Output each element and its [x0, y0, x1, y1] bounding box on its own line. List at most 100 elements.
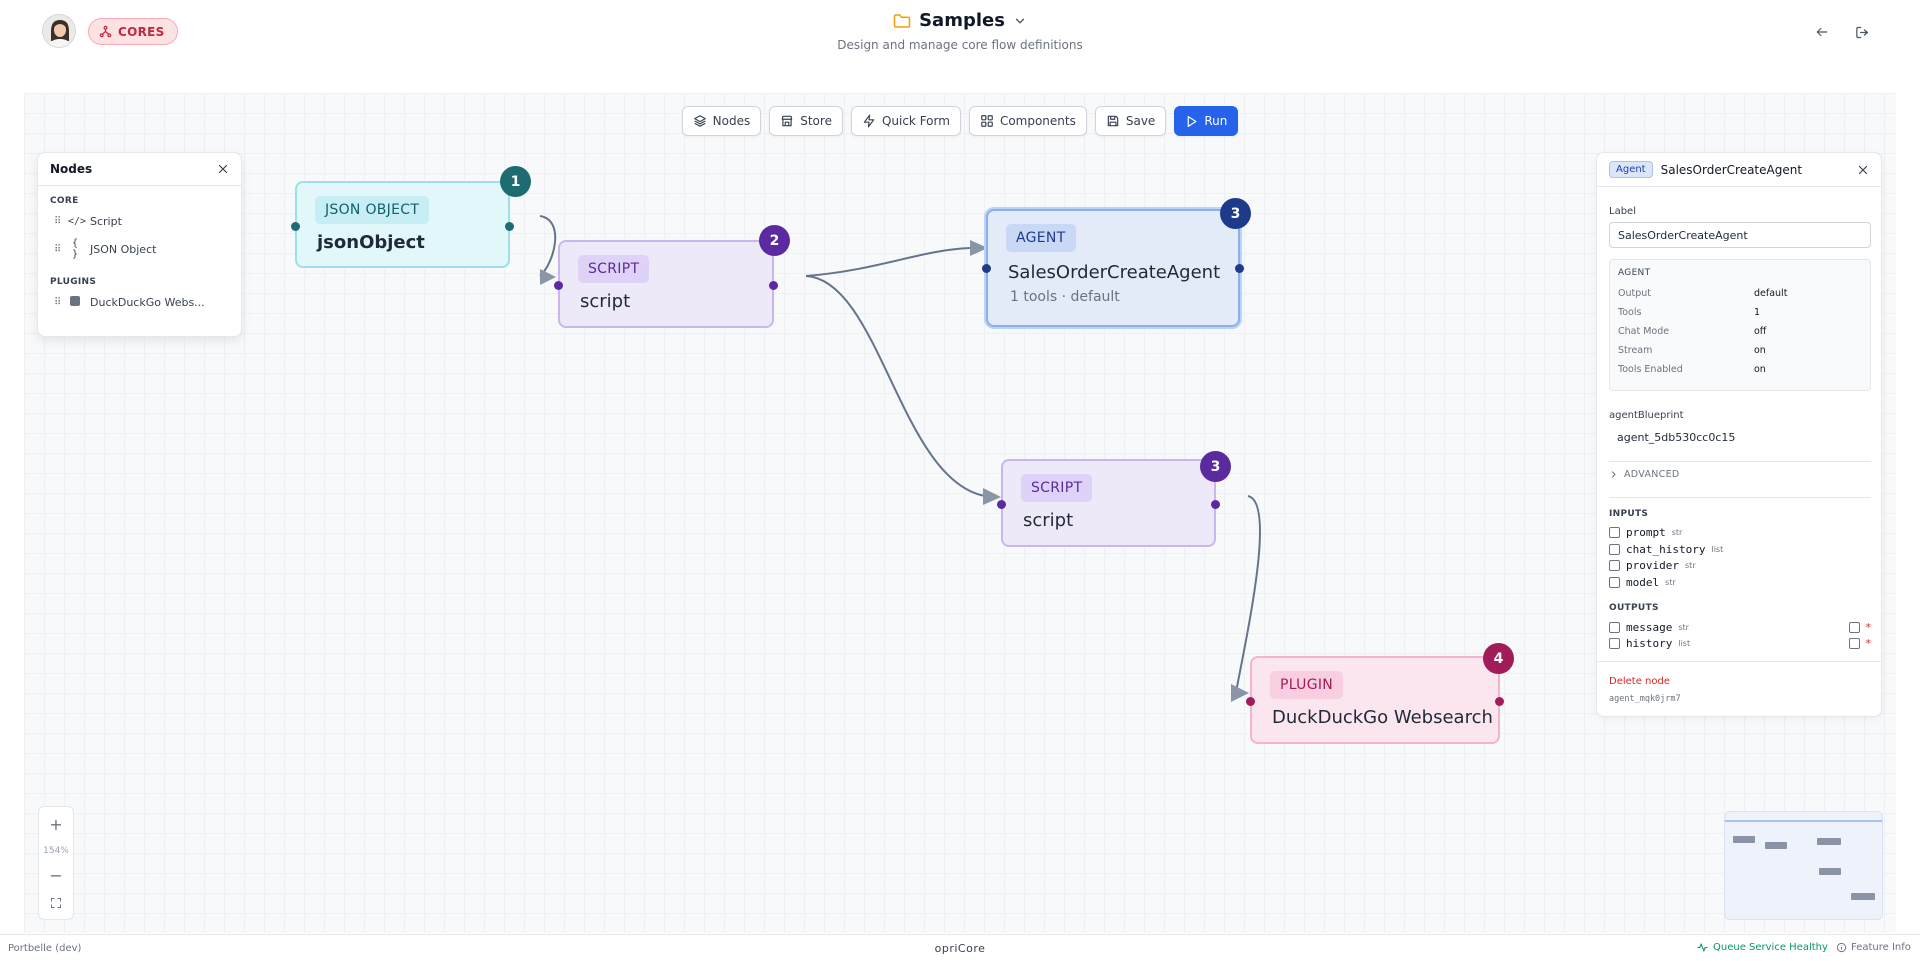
- quick-form-button-label: Quick Form: [881, 114, 950, 128]
- nodes-button[interactable]: Nodes: [681, 106, 762, 136]
- flow-node-script[interactable]: SCRIPT script 2: [554, 225, 790, 328]
- edge-script-to-script: [805, 275, 986, 497]
- output-checkbox[interactable]: [1609, 637, 1620, 649]
- quick-form-button[interactable]: Quick Form: [850, 106, 961, 136]
- minimap-node: [1733, 836, 1755, 843]
- output-port[interactable]: [1211, 500, 1220, 509]
- zoom-out-button[interactable]: −: [49, 868, 62, 884]
- output-name: history: [1626, 636, 1673, 650]
- close-icon[interactable]: [217, 163, 229, 175]
- kv-row: Stream on: [1618, 341, 1862, 360]
- input-port[interactable]: [997, 500, 1006, 509]
- output-checkbox[interactable]: [1609, 621, 1620, 633]
- drag-handle-icon[interactable]: ⠿: [54, 244, 61, 255]
- blueprint-value[interactable]: agent_5db530cc0c15: [1617, 431, 1735, 444]
- output-port[interactable]: [1495, 697, 1504, 706]
- nodes-palette-panel: Nodes CORE ⠿ </> Script ⠿ { } JSON Objec…: [37, 152, 242, 337]
- flow-node-plugin[interactable]: PLUGIN DuckDuckGo Websearch 4: [1246, 643, 1514, 744]
- advanced-toggle[interactable]: ADVANCED: [1609, 469, 1680, 480]
- store-button[interactable]: Store: [769, 106, 843, 136]
- input-checkbox[interactable]: [1609, 526, 1620, 538]
- node-type-tag: SCRIPT: [578, 255, 650, 283]
- input-checkbox[interactable]: [1609, 576, 1620, 588]
- drag-handle-icon[interactable]: ⠿: [54, 297, 61, 308]
- input-port[interactable]: [291, 222, 300, 231]
- kv-value: default: [1754, 288, 1788, 299]
- drag-handle-icon[interactable]: ⠿: [54, 216, 61, 227]
- input-port[interactable]: [1246, 697, 1255, 706]
- kv-value: 1: [1754, 307, 1761, 318]
- canvas-toolbar: Nodes Store Quick Form Components Save R…: [0, 106, 1920, 136]
- flow-node-agent[interactable]: AGENT SalesOrderCreateAgent 1 tools · de…: [982, 198, 1251, 327]
- input-name: prompt: [1626, 525, 1666, 539]
- run-button-label: Run: [1204, 114, 1228, 128]
- kv-key: Output: [1618, 288, 1651, 299]
- palette-item-script[interactable]: ⠿ </> Script: [38, 210, 241, 233]
- divider: [1597, 661, 1881, 662]
- close-icon[interactable]: [1857, 164, 1869, 176]
- store-icon: [780, 114, 794, 128]
- output-row-history: history list *: [1609, 635, 1871, 651]
- flow-node-script[interactable]: SCRIPT script 3: [997, 451, 1231, 547]
- braces-icon: { }: [71, 238, 79, 260]
- required-checkbox[interactable]: [1848, 621, 1860, 633]
- layers-icon: [693, 114, 707, 128]
- palette-item-label: Script: [90, 215, 122, 228]
- output-port[interactable]: [769, 281, 778, 290]
- input-name: provider: [1626, 558, 1679, 572]
- feature-info-button[interactable]: Feature Info: [1836, 942, 1911, 953]
- output-type: str: [1678, 622, 1689, 632]
- input-name: model: [1626, 575, 1660, 589]
- input-type: list: [1711, 544, 1724, 554]
- components-button[interactable]: Components: [968, 106, 1087, 136]
- queue-status[interactable]: Queue Service Healthy: [1697, 942, 1828, 953]
- node-order-badge: 4: [1483, 643, 1514, 674]
- output-port[interactable]: [505, 222, 514, 231]
- input-row-prompt: prompt str: [1609, 524, 1871, 540]
- palette-item-label: JSON Object: [90, 242, 157, 256]
- node-properties-panel: Agent SalesOrderCreateAgent Label SalesO…: [1596, 152, 1882, 717]
- input-checkbox[interactable]: [1609, 543, 1620, 555]
- required-toggle-group: *: [1848, 621, 1871, 634]
- node-order-badge: 3: [1220, 198, 1251, 229]
- fit-view-icon[interactable]: [50, 897, 62, 909]
- required-marker: *: [1865, 636, 1872, 650]
- flow-node-json-object[interactable]: JSON OBJECT jsonObject 1: [291, 166, 531, 268]
- code-icon: </>: [68, 216, 87, 227]
- core-section-label: CORE: [50, 196, 79, 206]
- delete-node-link[interactable]: Delete node: [1609, 676, 1670, 687]
- label-field[interactable]: SalesOrderCreateAgent: [1609, 222, 1871, 248]
- input-port[interactable]: [554, 281, 563, 290]
- palette-item-json-object[interactable]: ⠿ { } JSON Object: [38, 233, 241, 265]
- save-button[interactable]: Save: [1094, 106, 1167, 136]
- palette-item-duckduckgo[interactable]: ⠿ DuckDuckGo Webs...: [38, 291, 241, 314]
- node-type-tag: PLUGIN: [1270, 671, 1344, 699]
- kv-value: off: [1754, 326, 1767, 337]
- plugin-icon: [68, 296, 82, 309]
- minimap[interactable]: [1724, 811, 1883, 920]
- kv-value: on: [1754, 364, 1766, 375]
- minimap-viewport: [1725, 820, 1882, 822]
- components-button-label: Components: [999, 114, 1076, 128]
- output-name: message: [1626, 620, 1673, 634]
- bolt-icon: [862, 114, 876, 128]
- input-checkbox[interactable]: [1609, 559, 1620, 571]
- feature-info-label: Feature Info: [1851, 942, 1911, 953]
- node-order-badge: 3: [1200, 451, 1231, 482]
- required-checkbox[interactable]: [1848, 637, 1860, 649]
- nodes-button-label: Nodes: [712, 114, 751, 128]
- node-name: DuckDuckGo Websearch: [1272, 707, 1493, 728]
- info-icon: [1836, 942, 1847, 953]
- kv-row: Chat Mode off: [1618, 322, 1862, 341]
- run-button[interactable]: Run: [1174, 106, 1239, 136]
- kv-key: Tools Enabled: [1618, 364, 1683, 375]
- nodes-panel-title: Nodes: [50, 162, 93, 176]
- save-icon: [1106, 114, 1120, 128]
- zoom-level: 154%: [43, 845, 69, 856]
- zoom-in-button[interactable]: +: [49, 817, 62, 833]
- output-port[interactable]: [1235, 264, 1244, 273]
- node-order-badge: 1: [500, 166, 531, 197]
- input-port[interactable]: [982, 264, 991, 273]
- edge-script-to-agent: [805, 247, 971, 277]
- output-type: list: [1678, 638, 1691, 648]
